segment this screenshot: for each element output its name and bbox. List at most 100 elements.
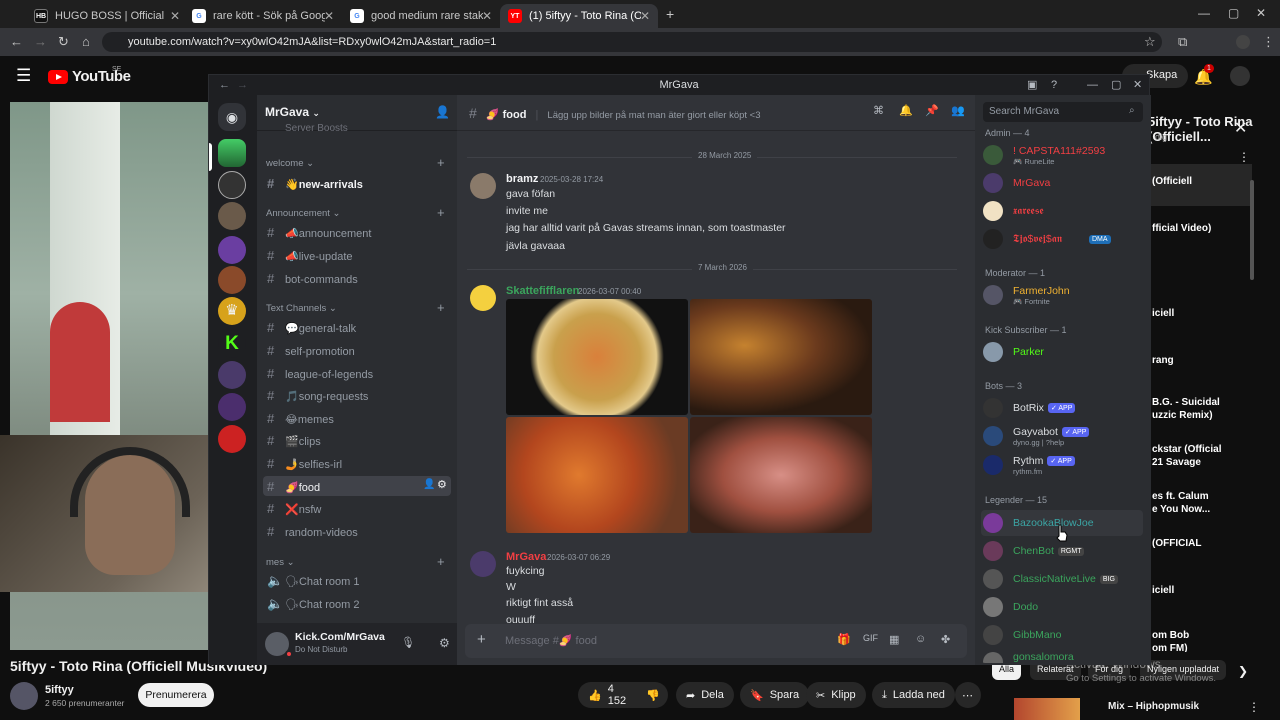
add-channel-icon[interactable]: + (437, 300, 445, 315)
add-channel-icon[interactable]: + (437, 554, 445, 569)
add-channel-icon[interactable]: + (437, 155, 445, 170)
server-icon[interactable] (218, 425, 246, 453)
share-button[interactable]: ➦ Dela (676, 682, 734, 708)
avatar[interactable] (470, 173, 496, 199)
member-item[interactable]: 𝕿𝖏𝖔$𝖛𝖊𝖏$𝖆𝖓 DMA (981, 226, 1143, 252)
microphone-icon[interactable]: 🎙 (401, 636, 415, 649)
bell-icon[interactable]: 🔔 (899, 104, 913, 117)
chevron-right-icon[interactable]: ❯ (1238, 664, 1248, 678)
channel-food[interactable]: # 🍠food 👤 ⚙ (263, 476, 451, 496)
member-item[interactable]: Dodo (981, 594, 1143, 620)
channel-clips[interactable]: # 🎬clips (263, 430, 451, 450)
like-dislike-button[interactable]: 👍 4 152 👎 (578, 682, 668, 708)
help-icon[interactable]: ? (1051, 75, 1057, 95)
server-icon[interactable] (218, 236, 246, 264)
category-games[interactable]: mes ⌄ (266, 557, 295, 568)
more-icon[interactable]: ⋮ (1238, 150, 1250, 164)
emoji-icon[interactable]: ☺ (915, 633, 926, 645)
server-icon-mrgava[interactable] (218, 139, 246, 167)
channel-self-promotion[interactable]: # self-promotion (263, 340, 451, 360)
maximize-icon[interactable]: ▢ (1228, 6, 1239, 20)
gear-icon[interactable]: ⚙ (437, 478, 447, 491)
channel-selfies[interactable]: # 🤳selfies-irl (263, 453, 451, 473)
add-attachment-icon[interactable]: + (477, 631, 486, 648)
playlist-item[interactable]: (Officiell (1152, 175, 1192, 188)
pizza-2-image[interactable] (506, 417, 688, 533)
server-icon[interactable] (218, 202, 246, 230)
category-announcement[interactable]: Announcement ⌄ (266, 208, 341, 219)
playlist-item[interactable]: (OFFICIAL (1152, 537, 1201, 550)
star-icon[interactable]: ☆ (1144, 34, 1156, 50)
channel-nsfw[interactable]: # ❌nsfw (263, 498, 451, 518)
crown-server-icon[interactable]: ♛ (218, 297, 246, 325)
clip-button[interactable]: ✂ Klipp (806, 682, 866, 708)
roast-beef-image[interactable] (690, 417, 872, 533)
search-input[interactable]: Search MrGava ⌕ (983, 102, 1143, 122)
playlist-item[interactable]: iciell (1152, 307, 1174, 320)
gif-icon[interactable]: GIF (863, 633, 878, 643)
inbox-icon[interactable]: ▣ (1027, 75, 1037, 95)
member-item[interactable]: Parker (981, 339, 1143, 365)
member-item[interactable]: BotRix ✓ APP (981, 395, 1143, 421)
apps-icon[interactable]: ✤ (941, 633, 950, 646)
channel-random-videos[interactable]: # random-videos (263, 521, 451, 541)
pizza-image[interactable] (506, 299, 688, 415)
url-input[interactable]: youtube.com/watch?v=xy0wlO42mJA&list=RDx… (102, 32, 1162, 52)
close-icon[interactable]: ✕ (482, 9, 492, 23)
voice-chat-room-1[interactable]: 🔈 🗣Chat room 1 (263, 570, 451, 590)
member-item[interactable]: Rythm ✓ APP rythm.fm (981, 452, 1143, 478)
mix-title[interactable]: Mix – Hiphopmusik (1108, 701, 1199, 712)
member-item[interactable]: gonsalomora (981, 649, 1143, 663)
channel-general-talk[interactable]: # 💬general-talk (263, 317, 451, 337)
forward-icon[interactable]: → (237, 75, 248, 95)
channel-avatar[interactable] (10, 682, 38, 710)
server-icon[interactable] (218, 266, 246, 294)
close-icon[interactable]: ✕ (640, 9, 650, 23)
minimize-icon[interactable]: — (1198, 6, 1210, 20)
youtube-logo-icon[interactable] (48, 70, 68, 84)
maximize-icon[interactable]: ▢ (1111, 75, 1121, 95)
tab-google-1[interactable]: G rare kött - Sök på Google ✕ (184, 4, 342, 28)
home-icon[interactable]: ⌂ (82, 34, 90, 49)
tab-hugo-boss[interactable]: HB HUGO BOSS | Official Online Sh ✕ (26, 4, 188, 28)
account-avatar[interactable] (1230, 66, 1250, 86)
server-boosts[interactable]: Server Boosts (285, 123, 348, 134)
new-tab-icon[interactable]: + (666, 6, 674, 22)
invite-icon[interactable]: 👤 (423, 479, 435, 490)
channel-live-update[interactable]: # 📣live-update (263, 245, 451, 265)
playlist-item[interactable]: iciell (1152, 584, 1174, 597)
channel-memes[interactable]: # 😂memes (263, 408, 451, 428)
thumbs-down-icon[interactable]: 👎 (646, 689, 660, 702)
youtube-logo-text[interactable]: YouTube (72, 68, 131, 85)
discord-home-icon[interactable]: ◉ (218, 103, 246, 131)
add-member-icon[interactable]: 👤 (435, 105, 450, 119)
close-icon[interactable]: ✕ (1234, 118, 1247, 138)
pin-icon[interactable]: 📌 (925, 104, 939, 117)
back-icon[interactable]: ← (10, 34, 23, 49)
user-name[interactable]: Kick.Com/MrGava (295, 631, 385, 643)
message-author[interactable]: Skattefifflaren (506, 285, 579, 297)
extensions-icon[interactable]: ⧉ (1178, 34, 1187, 50)
more-button[interactable]: ⋯ (955, 682, 981, 708)
channel-name[interactable]: 5iftyy (45, 684, 74, 696)
category-text-channels[interactable]: Text Channels ⌄ (266, 303, 337, 314)
close-icon[interactable]: ✕ (324, 9, 334, 23)
voice-chat-room-2[interactable]: 🔈 🗣Chat room 2 (263, 593, 451, 613)
message-author[interactable]: MrGava (506, 551, 546, 563)
channel-announcement[interactable]: # 📣announcement (263, 222, 451, 242)
scrollbar[interactable] (1250, 180, 1254, 280)
server-icon[interactable] (218, 393, 246, 421)
add-channel-icon[interactable]: + (437, 205, 445, 220)
member-item[interactable]: ! CAPSTA111#2593 🎮 RuneLite (981, 142, 1143, 168)
channel-bot-commands[interactable]: # bot-commands (263, 268, 451, 288)
sticker-icon[interactable]: ▦ (889, 633, 899, 646)
settings-gear-icon[interactable]: ⚙ (439, 636, 450, 650)
category-welcome[interactable]: welcome ⌄ (266, 158, 314, 169)
member-item[interactable]: ClassicNativeLive BIG (981, 566, 1143, 592)
playlist-item[interactable]: B.G. - Suicidal uzzic Remix) (1152, 396, 1220, 422)
profile-avatar[interactable] (1236, 35, 1250, 49)
member-list-icon[interactable]: 👥 (951, 104, 965, 117)
member-item[interactable]: MrGava (981, 170, 1143, 196)
tab-youtube[interactable]: YT (1) 5iftyy - Toto Rina (Officiell M ✕ (500, 4, 658, 28)
playlist-item[interactable]: fficial Video) (1152, 222, 1211, 235)
